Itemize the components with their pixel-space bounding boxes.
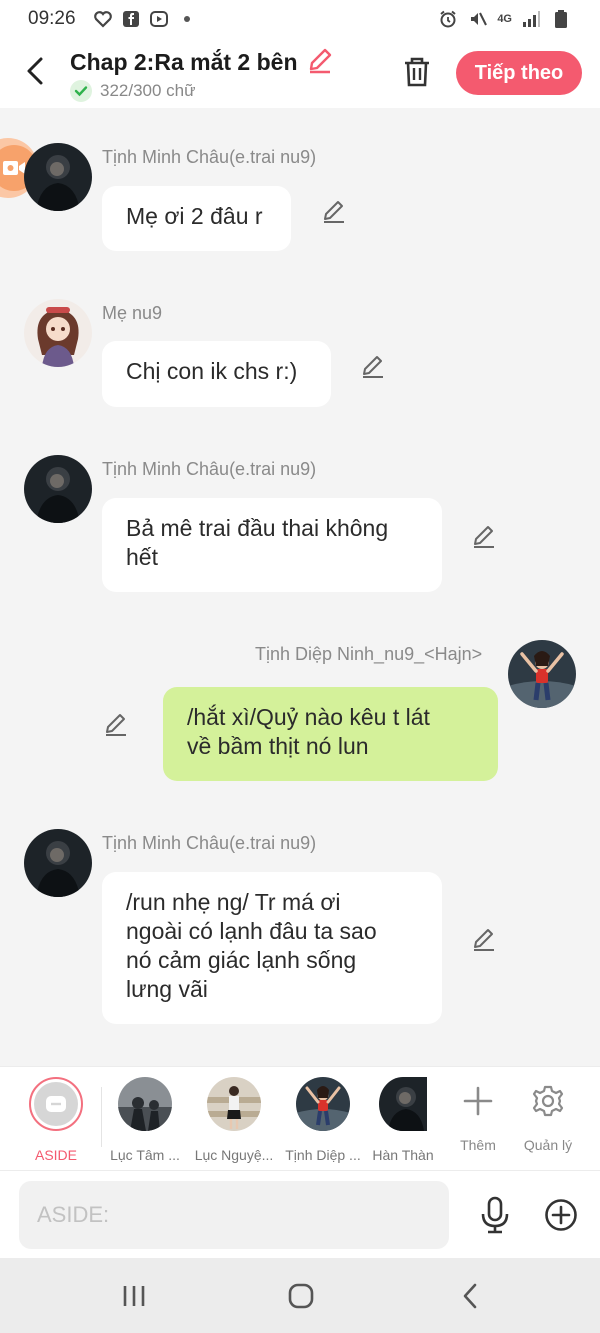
- message-bubble[interactable]: Mẹ ơi 2 đâu r: [102, 186, 291, 251]
- signal-icon: [520, 8, 542, 30]
- edit-message-icon[interactable]: [360, 353, 386, 379]
- manage-label: Quản lý: [523, 1137, 573, 1153]
- network-4g-icon: 4G: [497, 13, 512, 25]
- message-text-line: Bả mê trai đầu thai không: [126, 515, 389, 541]
- microphone-icon: [481, 1196, 509, 1234]
- word-count: 322/300 chữ: [100, 81, 196, 100]
- plus-icon: [463, 1086, 493, 1116]
- message-text-line: /run nhẹ ng/ Tr má ơi: [126, 889, 341, 915]
- character-item[interactable]: Tịnh Diệp ...: [278, 1077, 368, 1163]
- home-icon: [288, 1283, 314, 1309]
- sender-name: Tịnh Minh Châu(e.trai nu9): [102, 147, 317, 167]
- character-label: Lục Nguyệ...: [194, 1147, 274, 1163]
- message-bubble[interactable]: /hắt xì/Quỷ nào kêu t lát về bầm thịt nó…: [163, 687, 498, 781]
- sender-name: Tịnh Minh Châu(e.trai nu9): [102, 833, 317, 853]
- facebook-icon: [120, 8, 142, 30]
- character-label: Hàn Thàn: [372, 1147, 434, 1163]
- back-button[interactable]: [20, 54, 50, 88]
- recents-icon: [123, 1286, 145, 1306]
- add-label: Thêm: [460, 1137, 496, 1153]
- avatar[interactable]: [24, 829, 92, 897]
- message-text-line: /hắt xì/Quỷ nào kêu t lát: [187, 704, 430, 730]
- top-app-bar: Chap 2:Ra mắt 2 bên 322/300 chữ Tiếp the…: [0, 38, 600, 108]
- edit-title-icon[interactable]: [306, 46, 334, 79]
- character-item[interactable]: Lục Nguyệ...: [189, 1077, 279, 1163]
- sender-name: Mẹ nu9: [102, 303, 163, 323]
- avatar: [207, 1077, 261, 1131]
- message-text-line: hết: [126, 544, 158, 570]
- message-text-line: Chị con ik chs r:): [126, 358, 298, 384]
- character-item-aside[interactable]: ASIDE: [11, 1077, 101, 1163]
- edit-message-icon[interactable]: [471, 523, 497, 549]
- character-label: ASIDE: [34, 1147, 77, 1163]
- voice-input-button[interactable]: [478, 1195, 512, 1235]
- sender-name: Tịnh Minh Châu(e.trai nu9): [102, 459, 317, 479]
- add-character-button[interactable]: Thêm: [443, 1081, 513, 1153]
- system-back-button[interactable]: [452, 1280, 488, 1312]
- message-text-line: Mẹ ơi 2 đâu r: [126, 203, 263, 229]
- next-button[interactable]: Tiếp theo: [456, 51, 582, 95]
- chat-area[interactable]: Tịnh Minh Châu(e.trai nu9) Mẹ ơi 2 đâu r…: [0, 108, 600, 1066]
- status-time: 09:26: [28, 8, 76, 29]
- message-text-line: lưng vãi: [126, 976, 208, 1002]
- avatar: [379, 1077, 427, 1131]
- chapter-title: Chap 2:Ra mắt 2 bên: [70, 49, 298, 75]
- notification-dot-icon: [176, 8, 198, 30]
- compose-bar: [0, 1170, 600, 1258]
- mute-icon: [467, 8, 489, 30]
- delete-button[interactable]: [400, 54, 434, 90]
- heart-app-icon: [92, 8, 114, 30]
- character-item[interactable]: Hàn Thàn: [358, 1077, 448, 1163]
- alarm-icon: [437, 8, 459, 30]
- add-attachment-button[interactable]: [543, 1197, 579, 1233]
- recent-apps-button[interactable]: [116, 1280, 152, 1312]
- avatar[interactable]: [24, 299, 92, 367]
- chat-bubble-icon: [46, 1096, 66, 1112]
- check-icon: [70, 80, 92, 102]
- battery-icon: [550, 8, 572, 30]
- message-bubble[interactable]: /run nhẹ ng/ Tr má ơi ngoài có lạnh đâu …: [102, 872, 442, 1024]
- system-nav-bar: [0, 1258, 600, 1333]
- message-bubble[interactable]: Chị con ik chs r:): [102, 341, 331, 407]
- avatar: [118, 1077, 172, 1131]
- plus-circle-icon: [545, 1199, 577, 1231]
- character-label: Lục Tâm ...: [110, 1147, 180, 1163]
- status-bar: 09:26 4G: [0, 0, 600, 38]
- edit-message-icon[interactable]: [321, 198, 347, 224]
- message-bubble[interactable]: Bả mê trai đầu thai không hết: [102, 498, 442, 592]
- avatar[interactable]: [508, 640, 576, 708]
- message-text-line: nó cảm giác lạnh sống: [126, 947, 357, 973]
- message-input[interactable]: [19, 1181, 449, 1249]
- character-selector: ASIDE Lục Tâm ... Lục Nguyệ... Tịnh Diệp…: [0, 1066, 600, 1170]
- avatar[interactable]: [24, 455, 92, 523]
- youtube-icon: [148, 8, 170, 30]
- edit-message-icon[interactable]: [471, 926, 497, 952]
- trash-icon: [405, 57, 429, 87]
- chevron-left-icon: [27, 57, 43, 85]
- edit-message-icon[interactable]: [103, 711, 129, 737]
- avatar: [296, 1077, 350, 1131]
- chevron-left-icon: [463, 1283, 477, 1309]
- avatar[interactable]: [24, 143, 92, 211]
- character-item[interactable]: Lục Tâm ...: [100, 1077, 190, 1163]
- message-text-line: về bầm thịt nó lun: [187, 733, 369, 759]
- sender-name: Tịnh Diệp Ninh_nu9_<Hajn>: [255, 644, 483, 664]
- character-label: Tịnh Diệp ...: [285, 1147, 361, 1163]
- message-text-line: ngoài có lạnh đâu ta sao: [126, 918, 377, 944]
- gear-icon: [532, 1085, 564, 1117]
- home-button[interactable]: [283, 1280, 319, 1312]
- manage-characters-button[interactable]: Quản lý: [513, 1081, 583, 1153]
